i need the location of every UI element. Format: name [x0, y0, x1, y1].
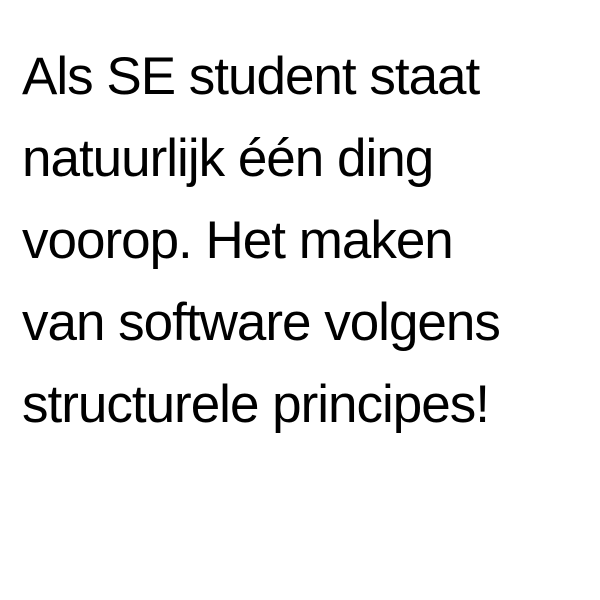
- body-text: Als SE student staat natuurlijk één ding…: [22, 36, 592, 446]
- text-line-1: Als SE student staat: [22, 47, 480, 106]
- text-line-4: van software volgens: [22, 293, 501, 352]
- text-line-3: voorop. Het maken: [22, 211, 454, 270]
- text-line-5: structurele principes!: [22, 375, 490, 434]
- slide-page: Als SE student staat natuurlijk één ding…: [0, 0, 600, 600]
- text-line-2: natuurlijk één ding: [22, 129, 434, 188]
